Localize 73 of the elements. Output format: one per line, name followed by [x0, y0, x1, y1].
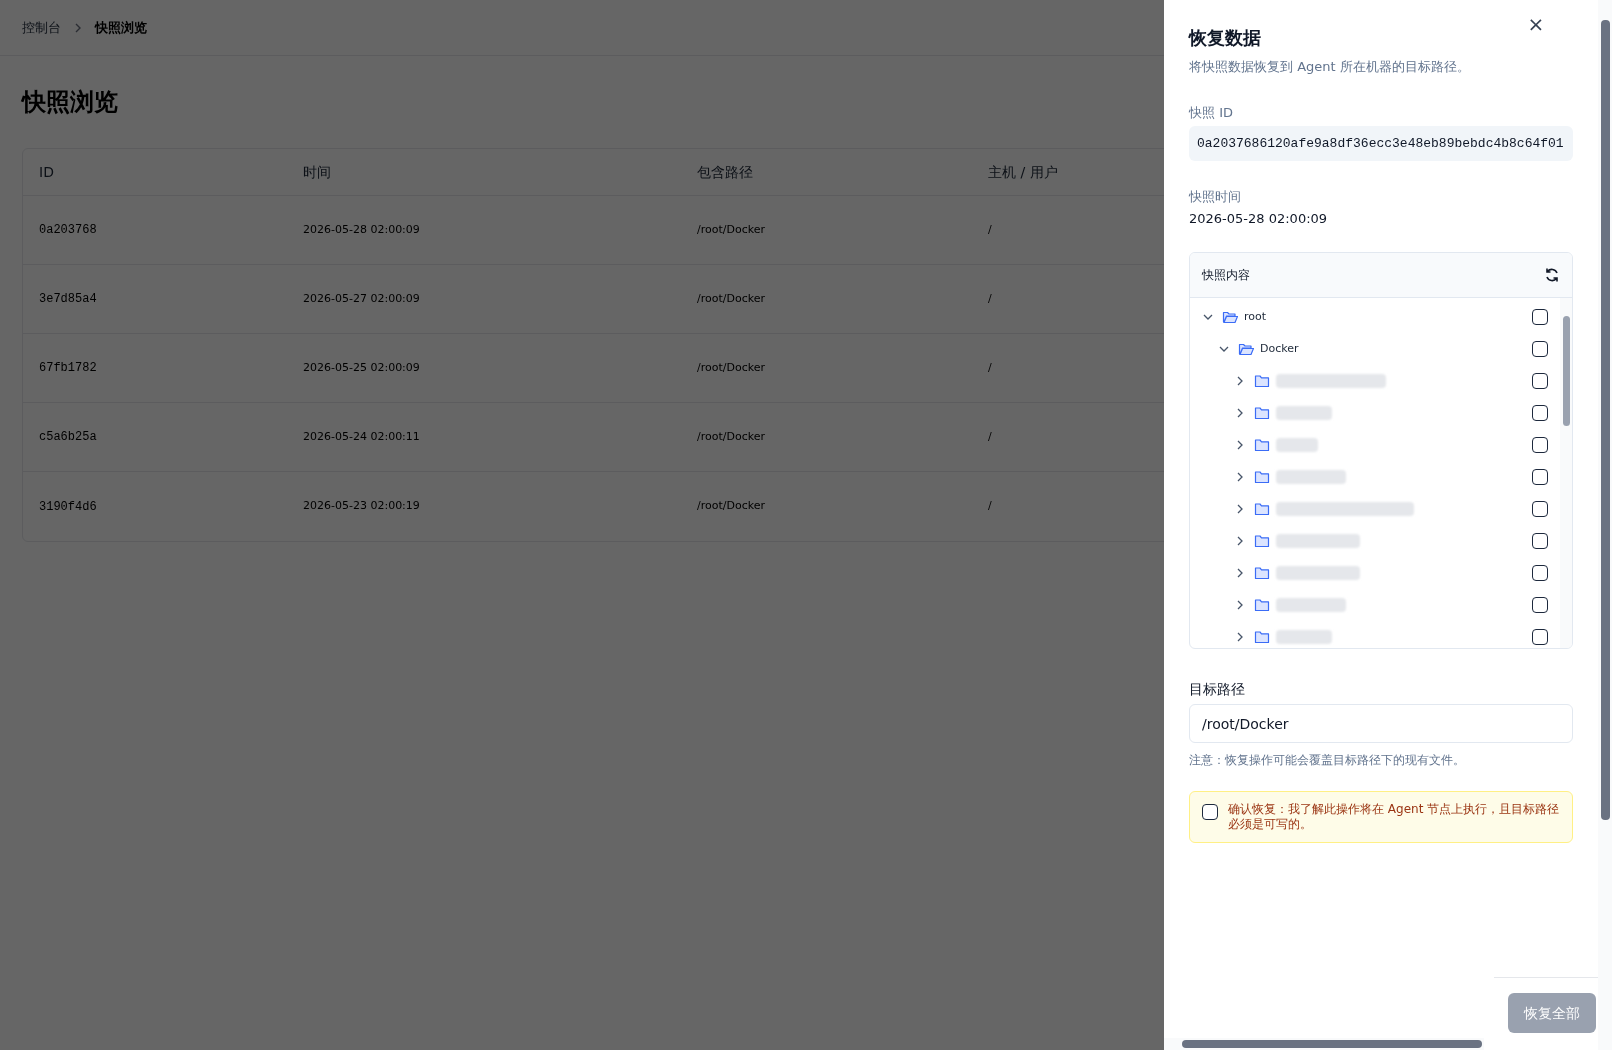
table-cell-text: 2026-05-25 02:00:09 — [303, 359, 420, 376]
folder-name[interactable]: root — [1244, 308, 1267, 326]
folder-icon — [1254, 437, 1270, 453]
folder-icon — [1254, 629, 1270, 645]
table-cell-text: 2026-05-24 02:00:11 — [303, 428, 420, 445]
vertical-scrollbar[interactable] — [1598, 0, 1612, 1050]
snapshot-time: 2026-05-28 02:00:09 — [1189, 209, 1329, 228]
checkbox[interactable] — [1532, 629, 1548, 645]
checkbox[interactable] — [1532, 533, 1548, 549]
table-cell-text: 3190f4d6 — [39, 498, 97, 516]
folder-icon — [1254, 373, 1270, 389]
folder-icon — [1254, 565, 1270, 581]
drawer-title: 恢复数据 — [1189, 26, 1261, 50]
folder-icon — [1254, 533, 1270, 549]
table-cell-text: / — [988, 359, 992, 376]
table-cell-text: / — [988, 221, 992, 238]
checkbox[interactable] — [1532, 437, 1548, 453]
checkbox[interactable] — [1532, 565, 1548, 581]
table-cell-text: /root/Docker — [697, 290, 765, 307]
confirm-text: 确认恢复：我了解此操作将在 Agent 节点上执行，且目标路径必须是可写的。 — [1228, 802, 1560, 832]
checkbox[interactable] — [1532, 309, 1548, 325]
blurred-label — [1276, 438, 1318, 452]
folder-icon — [1254, 469, 1270, 485]
table-cell-text: / — [988, 428, 992, 445]
field-label: 快照时间 — [1189, 188, 1242, 206]
breadcrumb-item: 快照浏览 — [95, 18, 147, 37]
tree-title: 快照内容 — [1202, 267, 1250, 284]
checkbox[interactable] — [1532, 597, 1548, 613]
folder-icon — [1254, 405, 1270, 421]
folder-name[interactable]: Docker — [1260, 340, 1299, 358]
snapshot-id-field: 0a2037686120afe9a8df36ecc3e48eb89bebdc4b8c64f01 — [1189, 126, 1573, 161]
field-label: 快照 ID — [1189, 103, 1234, 122]
table-cell-text: /root/Docker — [697, 359, 765, 376]
folder-icon — [1254, 501, 1270, 517]
blurred-label — [1276, 630, 1332, 644]
horizontal-scrollbar[interactable] — [1164, 1038, 1484, 1050]
drawer-description: 将快照数据恢复到 Agent 所在机器的目标路径。 — [1189, 58, 1471, 76]
column-header: 包含路径 — [697, 162, 753, 182]
table-cell-text: / — [988, 290, 992, 307]
checkbox[interactable] — [1532, 501, 1548, 517]
target-path-field[interactable]: /root/Docker — [1189, 704, 1573, 743]
refresh-icon[interactable] — [1544, 267, 1560, 283]
table-cell-text: /root/Docker — [697, 428, 765, 445]
table-cell-text: 67fb1782 — [39, 360, 97, 377]
blurred-label — [1276, 406, 1332, 420]
note-text: 注意：恢复操作可能会覆盖目标路径下的现有文件。 — [1189, 752, 1466, 769]
blurred-label — [1276, 470, 1346, 484]
checkbox[interactable] — [1532, 341, 1548, 357]
column-header: ID — [39, 162, 54, 182]
table-cell-text: 0a203768 — [39, 222, 97, 239]
table-cell-text: /root/Docker — [697, 221, 765, 238]
table-cell: 2026-05-23 02:00:19 — [303, 498, 420, 515]
page-title: 快照浏览 — [22, 87, 118, 118]
blurred-label — [1276, 598, 1346, 612]
tree-scrollbar[interactable] — [1560, 298, 1572, 648]
field-label: 目标路径 — [1189, 680, 1246, 699]
close-button[interactable]: × — [1526, 12, 1546, 36]
table-cell-text: 2026-05-28 02:00:09 — [303, 221, 420, 238]
chevron-right-icon — [73, 22, 83, 33]
checkbox[interactable] — [1532, 469, 1548, 485]
checkbox[interactable] — [1532, 373, 1548, 389]
confirm-checkbox[interactable] — [1202, 804, 1218, 820]
table-cell-text: 3e7d85a4 — [39, 291, 97, 308]
table-cell: / — [988, 498, 992, 515]
folder-icon — [1254, 597, 1270, 613]
table-cell: /root/Docker — [697, 498, 765, 515]
checkbox[interactable] — [1532, 405, 1548, 421]
column-header: 时间 — [303, 162, 331, 182]
folder-icon — [1222, 309, 1238, 325]
folder-icon — [1238, 341, 1254, 357]
table-cell-text: c5a6b25a — [39, 429, 97, 446]
column-header: 主机 / 用户 — [988, 162, 1058, 182]
table-cell-text: 2026-05-27 02:00:09 — [303, 290, 420, 307]
